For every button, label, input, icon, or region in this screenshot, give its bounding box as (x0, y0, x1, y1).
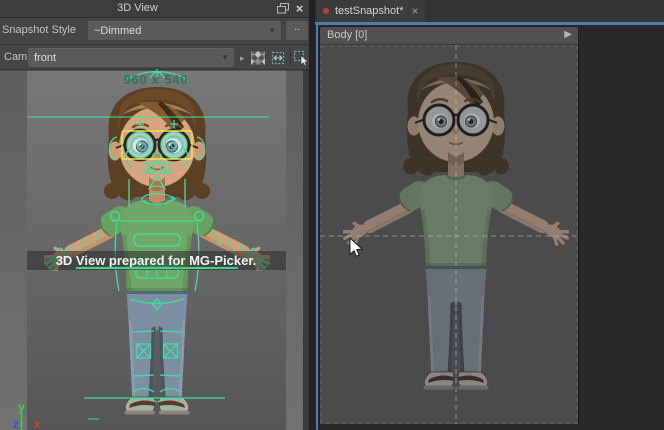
axis-y-label: y (18, 400, 25, 414)
resolution-gate-icon[interactable] (269, 49, 287, 67)
checker-background-icon[interactable] (249, 49, 267, 67)
focus-border-top (315, 22, 664, 25)
toolbar-separator (290, 49, 291, 67)
axis-z-label: z (13, 417, 19, 430)
snapshot-style-dropdown[interactable]: ~Dimmed ▼ (88, 21, 281, 40)
expander-icon[interactable]: ▸ (240, 53, 245, 64)
tab-close-icon[interactable]: × (410, 4, 419, 18)
focus-border-left (316, 24, 318, 430)
tab-label: testSnapshot* (335, 5, 404, 17)
camera-label: Cam (4, 51, 27, 63)
close-panel-icon[interactable]: × (293, 2, 306, 15)
chevron-down-icon: ▼ (216, 53, 234, 62)
tab-testsnapshot[interactable]: testSnapshot* × (317, 0, 425, 22)
camera-row: Cam front ▼ ▸ (0, 45, 309, 72)
overlay-message-text: 3D View prepared for MG-Picker. (56, 253, 257, 268)
chevron-down-icon: ▼ (263, 26, 281, 35)
camera-dropdown[interactable]: front ▼ (28, 48, 234, 67)
camera-value: front (28, 52, 216, 64)
body-picker-group: Body [0] ▶ (319, 26, 579, 424)
axis-x-label: x (34, 417, 41, 430)
snapshot-style-row: Snapshot Style ~Dimmed ▼ .. (0, 18, 309, 45)
snapshot-style-label: Snapshot Style (2, 24, 76, 36)
body-picker-header[interactable]: Body [0] ▶ (320, 27, 578, 45)
panel-title: 3D View (0, 2, 275, 14)
picker-header-label: Body [0] (327, 29, 367, 41)
picker-panel: testSnapshot* × Body [0] ▶ (315, 0, 664, 430)
3d-viewport[interactable]: 960 x 540 3D View prepared for MG-Picker… (0, 69, 309, 430)
expand-right-icon[interactable]: ▶ (564, 29, 572, 40)
more-options-button[interactable]: .. (286, 21, 308, 40)
application-window: 3D View × Snapshot Style ~Dimmed ▼ .. Ca… (0, 0, 664, 430)
picker-tabbar: testSnapshot* × (315, 0, 664, 22)
3d-view-panel: 3D View × Snapshot Style ~Dimmed ▼ .. Ca… (0, 0, 309, 430)
viewport-overlay-message: 3D View prepared for MG-Picker. (27, 251, 286, 270)
resolution-gate-label: 960 x 540 (124, 73, 189, 87)
selection-tool-icon[interactable] (292, 49, 310, 67)
snapshot-style-value: ~Dimmed (88, 25, 263, 37)
unsaved-indicator-dot (323, 8, 329, 14)
3d-view-titlebar[interactable]: 3D View × (0, 0, 309, 18)
snapshot-view[interactable] (320, 45, 578, 424)
restore-window-icon[interactable] (276, 2, 289, 15)
